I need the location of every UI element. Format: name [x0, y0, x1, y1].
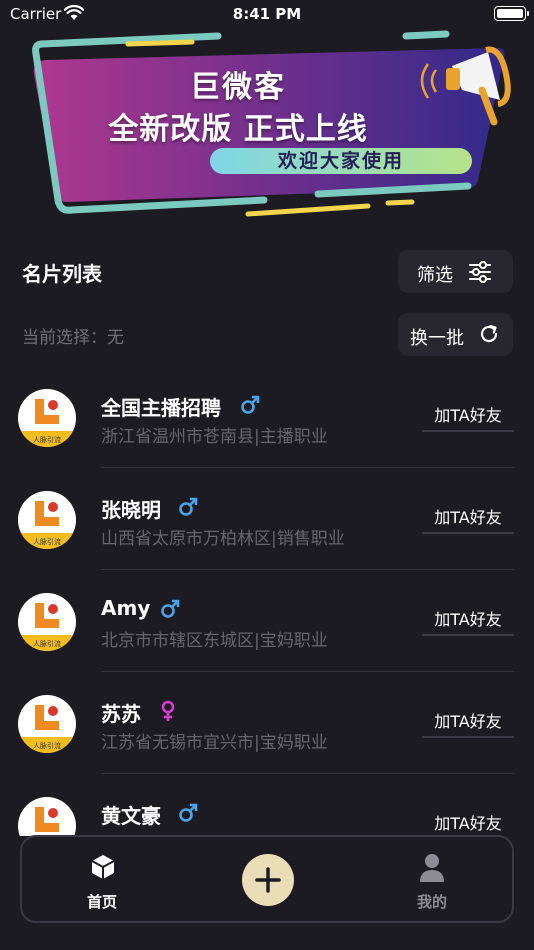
- battery-icon: [494, 6, 529, 21]
- cube-icon: [91, 855, 115, 879]
- avatar-caption: 人脉引流: [33, 742, 61, 750]
- refresh-label: 换一批: [410, 328, 464, 349]
- refresh-icon: [480, 324, 498, 343]
- banner-tagline-pill: 欢迎大家使用: [210, 148, 472, 174]
- clock: 8:41 PM: [232, 5, 302, 23]
- card-name: 全国主播招聘: [101, 396, 221, 420]
- male-icon: [161, 599, 180, 618]
- brand-logo-icon: [35, 807, 59, 832]
- card-name: 苏苏: [101, 702, 141, 726]
- add-friend-button[interactable]: 加TA好友: [422, 604, 514, 636]
- card-item[interactable]: 人脉引流 苏苏 江苏省无锡市宜兴市|宝妈职业 加TA好友: [0, 672, 534, 774]
- status-bar: Carrier 8:41 PM: [0, 0, 534, 30]
- banner-subtitle: 全新改版 正式上线: [108, 112, 368, 147]
- card-location: 浙江省温州市苍南县|主播职业: [101, 427, 328, 447]
- card-item[interactable]: 人脉引流 Amy 北京市市辖区东城区|宝妈职业 加TA好友: [0, 570, 534, 672]
- tab-me[interactable]: 我的: [402, 849, 462, 913]
- add-friend-label: 加TA好友: [434, 814, 502, 833]
- male-icon: [179, 803, 198, 822]
- add-friend-button[interactable]: 加TA好友: [422, 502, 514, 534]
- card-item[interactable]: 人脉引流 张晓明 山西省太原市万柏林区|销售职业 加TA好友: [0, 468, 534, 570]
- card-location: 江苏省无锡市宜兴市|宝妈职业: [101, 733, 328, 753]
- refresh-batch-button[interactable]: 换一批: [398, 313, 513, 356]
- section-title: 名片列表: [22, 262, 102, 286]
- female-icon: [161, 700, 175, 721]
- promo-banner[interactable]: 巨微客 全新改版 正式上线 欢迎大家使用: [28, 30, 518, 220]
- current-selection: 当前选择：无: [22, 328, 124, 348]
- add-friend-button[interactable]: 加TA好友: [422, 808, 514, 836]
- card-name: 黄文豪: [101, 804, 161, 828]
- add-friend-label: 加TA好友: [434, 508, 502, 527]
- card-list[interactable]: 人脉引流 全国主播招聘 浙江省温州市苍南县|主播职业 加TA好友 人脉引流 张晓…: [0, 366, 534, 836]
- brand-logo-icon: [35, 603, 59, 628]
- tab-home[interactable]: 首页: [72, 849, 132, 913]
- banner-title: 巨微客: [190, 70, 286, 105]
- plus-icon: [255, 867, 281, 893]
- card-name: 张晓明: [101, 498, 161, 522]
- card-name: Amy: [101, 596, 151, 620]
- brand-logo-icon: [35, 399, 59, 424]
- avatar-caption: 人脉引流: [33, 436, 61, 444]
- male-icon: [241, 395, 260, 414]
- filter-button[interactable]: 筛选: [398, 250, 513, 293]
- add-friend-label: 加TA好友: [434, 712, 502, 731]
- banner-tagline: 欢迎大家使用: [277, 150, 404, 172]
- tab-bar: 首页 我的: [20, 835, 514, 923]
- user-icon: [420, 854, 444, 882]
- avatar: 人脉引流: [18, 797, 76, 836]
- filter-label: 筛选: [417, 265, 453, 286]
- avatar: 人脉引流: [18, 389, 76, 447]
- add-friend-label: 加TA好友: [434, 406, 502, 425]
- sliders-icon: [469, 261, 491, 283]
- add-friend-button[interactable]: 加TA好友: [422, 400, 514, 432]
- avatar-caption: 人脉引流: [33, 538, 61, 546]
- tab-me-label: 我的: [416, 893, 447, 911]
- add-button[interactable]: [242, 854, 294, 906]
- tab-home-label: 首页: [86, 893, 117, 911]
- avatar: 人脉引流: [18, 593, 76, 651]
- avatar: 人脉引流: [18, 695, 76, 753]
- brand-logo-icon: [35, 705, 59, 730]
- card-location: 北京市市辖区东城区|宝妈职业: [101, 631, 328, 651]
- card-location: 山西省太原市万柏林区|销售职业: [101, 529, 345, 549]
- avatar-caption: 人脉引流: [33, 640, 61, 648]
- add-friend-button[interactable]: 加TA好友: [422, 706, 514, 738]
- add-friend-label: 加TA好友: [434, 610, 502, 629]
- card-item[interactable]: 人脉引流 黄文豪 加TA好友: [0, 774, 534, 836]
- brand-logo-icon: [35, 501, 59, 526]
- male-icon: [179, 497, 198, 516]
- card-item[interactable]: 人脉引流 全国主播招聘 浙江省温州市苍南县|主播职业 加TA好友: [0, 366, 534, 468]
- avatar: 人脉引流: [18, 491, 76, 549]
